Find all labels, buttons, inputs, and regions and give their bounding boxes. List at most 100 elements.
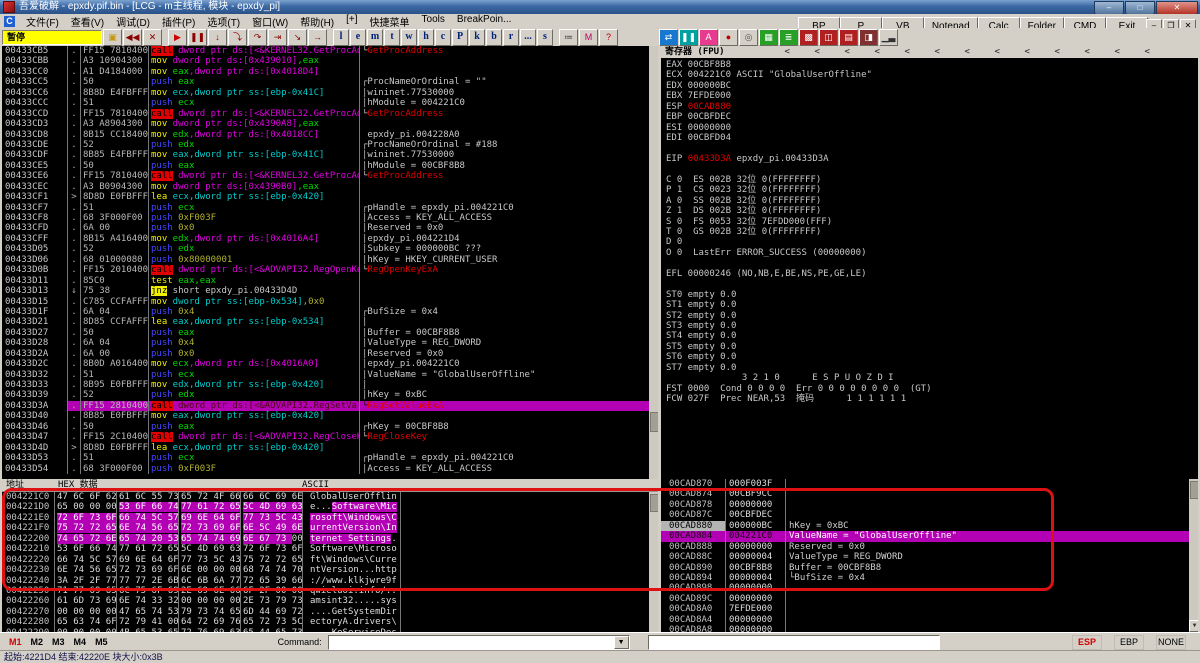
- disasm-row[interactable]: 00433CE5. 50 push eax │hModule = 00CBF8B8: [2, 160, 658, 172]
- toolbar-letter-m[interactable]: m: [367, 28, 383, 46]
- disasm-row[interactable]: 00433CF8. 68 3F000F00 push 0xF003F │Access …: [2, 213, 658, 224]
- dump-row[interactable]: 00422200 74 65 72 6E 65 74 20 53 65 74 74 6…: [2, 533, 658, 545]
- disasm-row[interactable]: 00433D33. 8B95 E0FBFFFF mov edx,dword ptr …: [2, 380, 658, 391]
- stack-row[interactable]: 00CAD88C 00000004 ValueType = REG_DWORD: [661, 552, 1198, 563]
- toolbar-icon-8[interactable]: ↷: [248, 28, 267, 46]
- aux-input[interactable]: [647, 634, 940, 650]
- history-chevron[interactable]: <: [1145, 46, 1150, 58]
- toolbar-plugin-icon-5[interactable]: ▦: [759, 28, 778, 46]
- disasm-row[interactable]: 00433D15. C785 CCFAFFFF mov dword ptr ss:[…: [2, 296, 658, 307]
- stack-pane[interactable]: 00CAD870 000F003F 00CAD874 00CBF9CC 00CAD878…: [661, 479, 1198, 632]
- disasm-row[interactable]: 00433D39. 52 push edx │hKey = 0xBC: [2, 390, 658, 401]
- history-chevron[interactable]: <: [1025, 46, 1030, 58]
- history-chevron[interactable]: <: [995, 46, 1000, 58]
- stack-scrollbar[interactable]: ▼: [1189, 479, 1198, 632]
- disasm-row[interactable]: 00433D2A. 6A 00 push 0x0 │Reserved = 0x0: [2, 348, 658, 360]
- toolbar-aux-icon-2[interactable]: ?: [599, 28, 618, 46]
- toolbar-icon-5[interactable]: ❚❚: [188, 28, 207, 46]
- toolbar-plugin-icon-0[interactable]: ⇄: [659, 28, 678, 46]
- follow-button-none[interactable]: NONE: [1156, 634, 1186, 650]
- disasm-row[interactable]: 00433CD8. 8B15 CC184000 mov edx,dword ptr …: [2, 129, 658, 140]
- history-chevron[interactable]: <: [875, 46, 880, 58]
- menu-item-1[interactable]: 查看(V): [65, 14, 110, 29]
- toolbar-plugin-icon-2[interactable]: A: [699, 28, 718, 46]
- toolbar-icon-4[interactable]: ▶: [168, 28, 187, 46]
- stack-row[interactable]: 00CAD8A4 00000000: [661, 614, 1198, 626]
- command-dropdown-arrow[interactable]: ▼: [613, 635, 629, 649]
- stack-row[interactable]: 00CAD880 000000BC hKey = 0xBC: [661, 520, 1198, 532]
- toolbar-letter-dotdotdot[interactable]: ...: [520, 28, 536, 46]
- toolbar-letter-h[interactable]: h: [418, 28, 434, 46]
- toolbar-plugin-icon-6[interactable]: ≣: [779, 28, 798, 46]
- follow-button-esp[interactable]: ESP: [1072, 634, 1102, 650]
- toolbar-icon-9[interactable]: ⇥: [268, 28, 287, 46]
- history-chevron[interactable]: <: [905, 46, 910, 58]
- dump-scrollbar[interactable]: [649, 492, 658, 632]
- close-button[interactable]: ✕: [1156, 1, 1198, 15]
- menu-item-3[interactable]: 插件(P): [156, 14, 201, 29]
- toolbar-icon-0[interactable]: ▣: [103, 28, 122, 46]
- stack-row[interactable]: 00CAD874 00CBF9CC: [661, 489, 1198, 500]
- dump-scroll-thumb[interactable]: [650, 494, 658, 512]
- toolbar-aux-icon-0[interactable]: ≔: [559, 28, 578, 46]
- menu-item-10[interactable]: BreakPoin...: [451, 14, 517, 29]
- disasm-row[interactable]: 00433D1F. 6A 04 push 0x4 ┌BufSize = 0x4: [2, 306, 658, 318]
- toolbar-plugin-icon-9[interactable]: ▤: [839, 28, 858, 46]
- command-input[interactable]: ▼: [327, 634, 630, 650]
- disassembly-pane[interactable]: 00433CB5. FF15 78104000 call dword ptr ds:…: [2, 46, 658, 479]
- menu-item-7[interactable]: [+]: [340, 14, 363, 29]
- minimize-button[interactable]: –: [1094, 1, 1124, 15]
- history-chevron[interactable]: <: [785, 46, 790, 58]
- disasm-row[interactable]: 00433D40. 8B85 E0FBFFFF mov eax,dword ptr …: [2, 411, 658, 422]
- toolbar-letter-w[interactable]: w: [401, 28, 417, 46]
- history-chevron[interactable]: <: [1055, 46, 1060, 58]
- history-chevron[interactable]: <: [965, 46, 970, 58]
- dump-row[interactable]: 00422250 71 77 69 65 6C 75 6F 69 2E 69 6E 6…: [2, 585, 658, 597]
- disasm-row[interactable]: 00433CE6. FF15 78104000 call dword ptr ds:…: [2, 171, 658, 182]
- toolbar-plugin-icon-3[interactable]: ●: [719, 28, 738, 46]
- disasm-row[interactable]: 00433CDF. 8B85 E4FBFFFF mov eax,dword ptr …: [2, 150, 658, 161]
- stack-row[interactable]: 00CAD870 000F003F: [661, 479, 1198, 490]
- toolbar-plugin-icon-8[interactable]: ◫: [819, 28, 838, 46]
- disasm-row[interactable]: 00433D54. 68 3F000F00 push 0xF003F │Access …: [2, 463, 658, 474]
- memory-tab-m5[interactable]: M5: [95, 637, 108, 647]
- toolbar-letter-c[interactable]: c: [435, 28, 451, 46]
- dump-row[interactable]: 004221E0 72 6F 73 6F 66 74 5C 57 69 6E 64 6…: [2, 512, 658, 524]
- disasm-row[interactable]: 00433CBB. A3 10904300 mov dword ptr ds:[0x…: [2, 56, 658, 67]
- stack-scroll-down-arrow[interactable]: ▼: [1189, 620, 1198, 632]
- stack-scroll-thumb[interactable]: [1190, 481, 1198, 499]
- disasm-row[interactable]: 00433D05. 52 push edx │Subkey = 000000BC ??…: [2, 244, 658, 255]
- history-chevron[interactable]: <: [935, 46, 940, 58]
- stack-row[interactable]: 00CAD888 00000000 Reserved = 0x0: [661, 541, 1198, 553]
- dump-row[interactable]: 00422210 53 6F 66 74 77 61 72 65 5C 4D 69 6…: [2, 544, 658, 555]
- dump-row[interactable]: 00422280 65 63 74 6F 72 79 41 00 64 72 69 7…: [2, 617, 658, 628]
- history-chevron[interactable]: <: [845, 46, 850, 58]
- dump-row[interactable]: 00422260 61 6D 73 69 6E 74 33 32 00 00 00 0…: [2, 596, 658, 607]
- toolbar-letter-P[interactable]: P: [452, 28, 468, 46]
- memory-tab-m4[interactable]: M4: [74, 637, 87, 647]
- toolbar-letter-s[interactable]: s: [537, 28, 553, 46]
- disasm-row[interactable]: 00433D53. 51 push ecx ┌pHandle = epxdy_pi.0…: [2, 453, 658, 464]
- toolbar-letter-t[interactable]: t: [384, 28, 400, 46]
- toolbar-plugin-icon-11[interactable]: ▁▃: [879, 28, 898, 46]
- stack-row[interactable]: 00CAD898 00000000: [661, 583, 1198, 594]
- disasm-scrollbar[interactable]: [649, 46, 658, 479]
- disasm-row[interactable]: 00433D13 ↓ 75 38 jnz short epxdy_pi.00433D4…: [2, 286, 658, 297]
- maximize-button[interactable]: □: [1125, 1, 1155, 15]
- dump-row[interactable]: 00422240 3A 2F 2F 77 77 77 2E 6B 6C 6B 6A 7…: [2, 575, 658, 586]
- disasm-row[interactable]: 00433CEC. A3 B0904300 mov dword ptr ds:[0x…: [2, 181, 658, 193]
- menu-item-2[interactable]: 调试(D): [110, 14, 156, 29]
- disasm-row[interactable]: 00433D46. 50 push eax ┌hKey = 00CBF8B8: [2, 421, 658, 433]
- disasm-row[interactable]: 00433D4D >8D8D E0FBFFFF lea ecx,dword ptr …: [2, 442, 658, 454]
- stack-row[interactable]: 00CAD878 00000000: [661, 499, 1198, 511]
- disasm-row[interactable]: 00433D47. FF15 2C104000 call dword ptr ds:…: [2, 432, 658, 443]
- toolbar-icon-2[interactable]: ✕: [143, 28, 162, 46]
- registers-pane[interactable]: 寄存器 (FPU) < < < < < < < < < < < < < EAX 00CBF8B8 ECX …: [661, 46, 1198, 479]
- toolbar-icon-7[interactable]: ⤵: [228, 28, 247, 46]
- memory-tab-m1[interactable]: M1: [9, 637, 22, 647]
- menu-item-8[interactable]: 快捷菜单: [364, 14, 416, 29]
- stack-row[interactable]: 00CAD890 00CBF8B8 Buffer = 00CBF8B8: [661, 562, 1198, 573]
- disasm-row[interactable]: 00433D21. 8D85 CCFAFFFF lea eax,dword ptr …: [2, 317, 658, 328]
- disasm-row[interactable]: 00433CCC. 51 push ecx │hModule = 004221C0: [2, 98, 658, 109]
- disasm-row[interactable]: 00433CD3. A3 A8904300 mov dword ptr ds:[0x…: [2, 119, 658, 130]
